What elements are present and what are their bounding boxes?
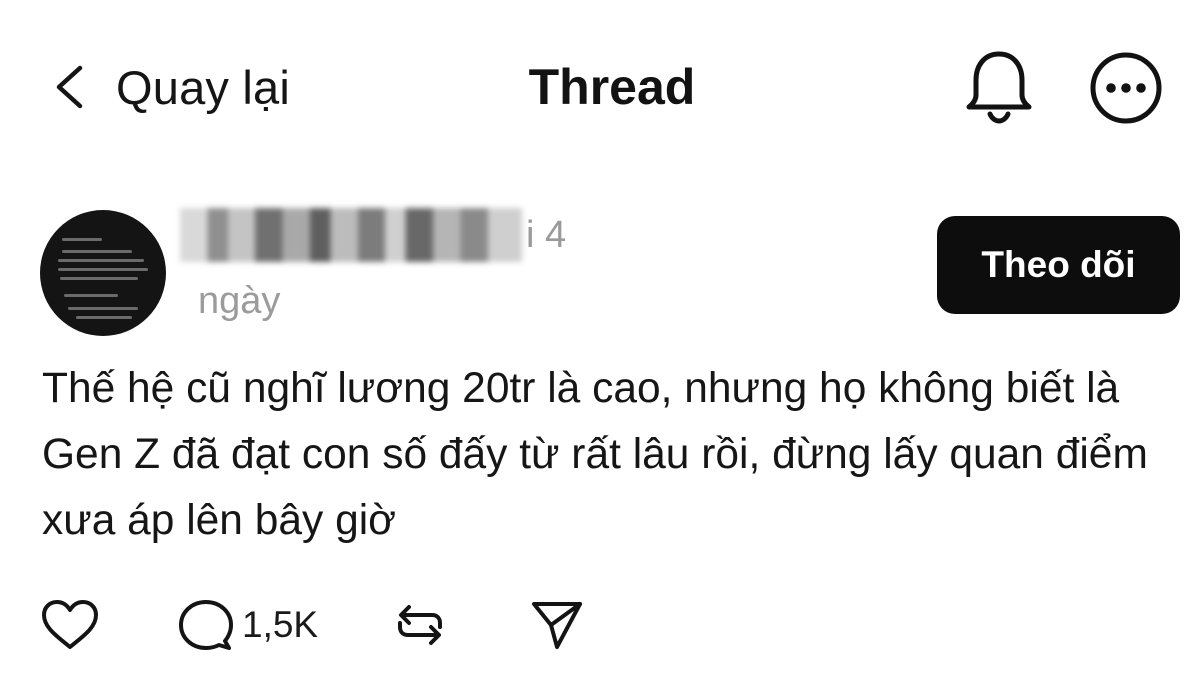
blurred-username — [180, 208, 522, 262]
more-options-icon[interactable] — [1089, 51, 1163, 125]
username-tail: i 4 — [526, 213, 567, 256]
share-icon — [532, 602, 583, 649]
repost-button[interactable] — [392, 597, 448, 653]
share-button[interactable] — [530, 599, 584, 651]
bell-icon[interactable] — [962, 48, 1036, 126]
post-text: Thế hệ cũ nghĩ lương 20tr là cao, nhưng … — [42, 365, 1148, 544]
author-avatar[interactable] — [40, 210, 166, 336]
like-button[interactable] — [40, 599, 100, 651]
repost-icon — [398, 605, 443, 645]
reply-count: 1,5K — [242, 604, 319, 645]
follow-button[interactable]: Theo dõi — [937, 216, 1180, 314]
reply-button[interactable]: 1,5K — [178, 598, 318, 652]
comment-icon — [179, 600, 233, 650]
heart-icon — [42, 600, 98, 649]
post-action-bar: 1,5K — [40, 595, 584, 655]
top-navigation-bar: Quay lại Thread — [0, 0, 1200, 175]
post-timestamp: ngày — [198, 280, 281, 322]
author-username[interactable]: i 4 — [180, 208, 566, 262]
